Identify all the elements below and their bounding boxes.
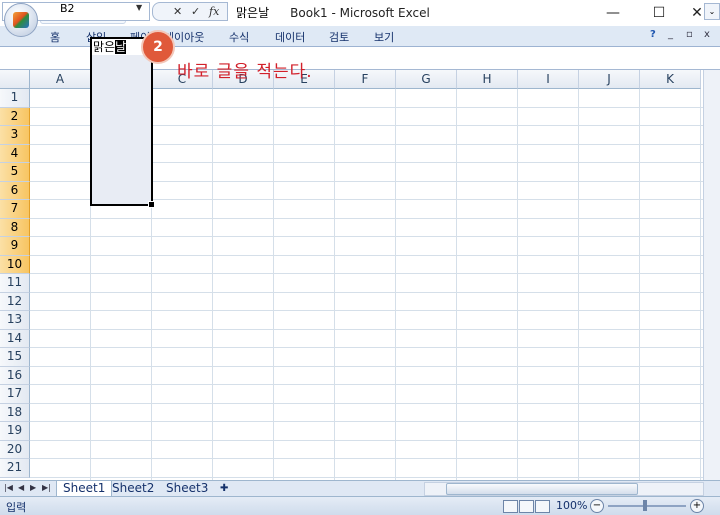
- insert-sheet-icon[interactable]: ✚: [214, 481, 234, 496]
- cell-text-typed: 맑은: [93, 40, 116, 54]
- active-cell-text: 맑은날: [93, 39, 127, 55]
- column-header-a[interactable]: A: [30, 70, 91, 89]
- row-header-7[interactable]: 7: [0, 200, 30, 219]
- zoom-level[interactable]: 100%: [556, 499, 587, 512]
- page-break-view-icon[interactable]: [535, 500, 550, 513]
- zoom-slider-handle[interactable]: [643, 500, 647, 511]
- gridline-horizontal: [30, 328, 720, 330]
- select-all-corner[interactable]: [0, 70, 30, 89]
- office-button[interactable]: [4, 3, 38, 37]
- zoom-slider[interactable]: [608, 505, 686, 507]
- tab-home[interactable]: 홈: [50, 29, 60, 45]
- tab-view[interactable]: 보기: [374, 29, 394, 45]
- selected-range[interactable]: [90, 37, 153, 206]
- row-header-20[interactable]: 20: [0, 440, 30, 459]
- workbook-close-icon[interactable]: x: [704, 29, 710, 40]
- minimize-button[interactable]: —: [590, 0, 636, 26]
- sheet-tab-2[interactable]: Sheet2: [106, 481, 160, 496]
- gridline-horizontal: [30, 384, 720, 385]
- vertical-scrollbar[interactable]: [703, 70, 720, 480]
- gridline-horizontal: [30, 421, 720, 422]
- column-header-f[interactable]: F: [335, 70, 396, 89]
- row-header-18[interactable]: 18: [0, 403, 30, 422]
- row-header-16[interactable]: 16: [0, 366, 30, 385]
- row-header-10[interactable]: 10: [0, 255, 30, 274]
- chevron-down-icon[interactable]: ▼: [136, 3, 142, 12]
- step-badge: 2: [141, 30, 175, 64]
- office-logo-icon: [13, 12, 29, 28]
- gridline-horizontal: [30, 291, 720, 293]
- zoom-out-icon[interactable]: −: [590, 499, 604, 513]
- formula-buttons: ✕ ✓ fx: [152, 2, 228, 21]
- column-header-i[interactable]: I: [518, 70, 579, 89]
- name-box-value: B2: [60, 2, 75, 15]
- insert-function-icon[interactable]: fx: [209, 5, 219, 18]
- row-header-4[interactable]: 4: [0, 144, 30, 163]
- column-header-g[interactable]: G: [396, 70, 457, 89]
- gridline-horizontal: [30, 402, 720, 404]
- gridline-horizontal: [30, 347, 720, 348]
- page-layout-view-icon[interactable]: [519, 500, 534, 513]
- next-sheet-icon[interactable]: ▶: [30, 483, 36, 492]
- sheet-tab-3[interactable]: Sheet3: [160, 481, 214, 496]
- row-header-1[interactable]: 1: [0, 89, 30, 108]
- first-sheet-icon[interactable]: |◀: [4, 483, 13, 492]
- horizontal-scroll-thumb[interactable]: [446, 483, 638, 495]
- row-header-17[interactable]: 17: [0, 385, 30, 404]
- column-header-k[interactable]: K: [640, 70, 701, 89]
- fill-handle[interactable]: [148, 201, 155, 208]
- row-header-6[interactable]: 6: [0, 181, 30, 200]
- row-header-14[interactable]: 14: [0, 329, 30, 348]
- row-header-5[interactable]: 5: [0, 163, 30, 182]
- zoom-in-icon[interactable]: +: [690, 499, 704, 513]
- row-header-13[interactable]: 13: [0, 311, 30, 330]
- gridline-horizontal: [30, 476, 720, 478]
- row-header-19[interactable]: 19: [0, 422, 30, 441]
- tab-data[interactable]: 데이터: [275, 29, 305, 45]
- annotation-text: 바로 글을 적는다.: [177, 62, 313, 82]
- row-header-8[interactable]: 8: [0, 218, 30, 237]
- workbook-minimize-icon[interactable]: _: [668, 29, 673, 40]
- row-header-12[interactable]: 12: [0, 292, 30, 311]
- formula-input[interactable]: 맑은날: [236, 4, 269, 21]
- gridline-horizontal: [30, 439, 720, 441]
- gridline-horizontal: [30, 217, 720, 219]
- row-header-2[interactable]: 2: [0, 107, 30, 126]
- enter-icon[interactable]: ✓: [191, 5, 200, 18]
- tab-review[interactable]: 검토: [329, 29, 349, 45]
- column-header-j[interactable]: J: [579, 70, 640, 89]
- status-bar: 입력 100% − +: [0, 496, 720, 515]
- column-header-h[interactable]: H: [457, 70, 518, 89]
- gridline-horizontal: [30, 458, 720, 459]
- row-header-11[interactable]: 11: [0, 274, 30, 293]
- status-mode: 입력: [6, 501, 27, 514]
- row-header-9[interactable]: 9: [0, 237, 30, 256]
- help-icon[interactable]: ?: [650, 29, 656, 40]
- normal-view-icon[interactable]: [503, 500, 518, 513]
- row-header-3[interactable]: 3: [0, 126, 30, 145]
- workbook-restore-icon[interactable]: ▫: [686, 29, 693, 40]
- cancel-icon[interactable]: ✕: [173, 5, 182, 18]
- last-sheet-icon[interactable]: ▶|: [42, 483, 51, 492]
- ime-composition-char: 날: [115, 40, 127, 54]
- row-header-21[interactable]: 21: [0, 459, 30, 478]
- expand-formula-bar-icon[interactable]: ⌄: [704, 3, 720, 20]
- gridline-horizontal: [30, 273, 720, 274]
- row-header-15[interactable]: 15: [0, 348, 30, 367]
- gridline-horizontal: [30, 365, 720, 367]
- gridline-horizontal: [30, 254, 720, 256]
- gridline-horizontal: [30, 236, 720, 237]
- sheet-tab-1[interactable]: Sheet1: [56, 481, 113, 497]
- prev-sheet-icon[interactable]: ◀: [18, 483, 24, 492]
- gridline-horizontal: [30, 310, 720, 311]
- tab-formulas[interactable]: 수식: [229, 29, 249, 45]
